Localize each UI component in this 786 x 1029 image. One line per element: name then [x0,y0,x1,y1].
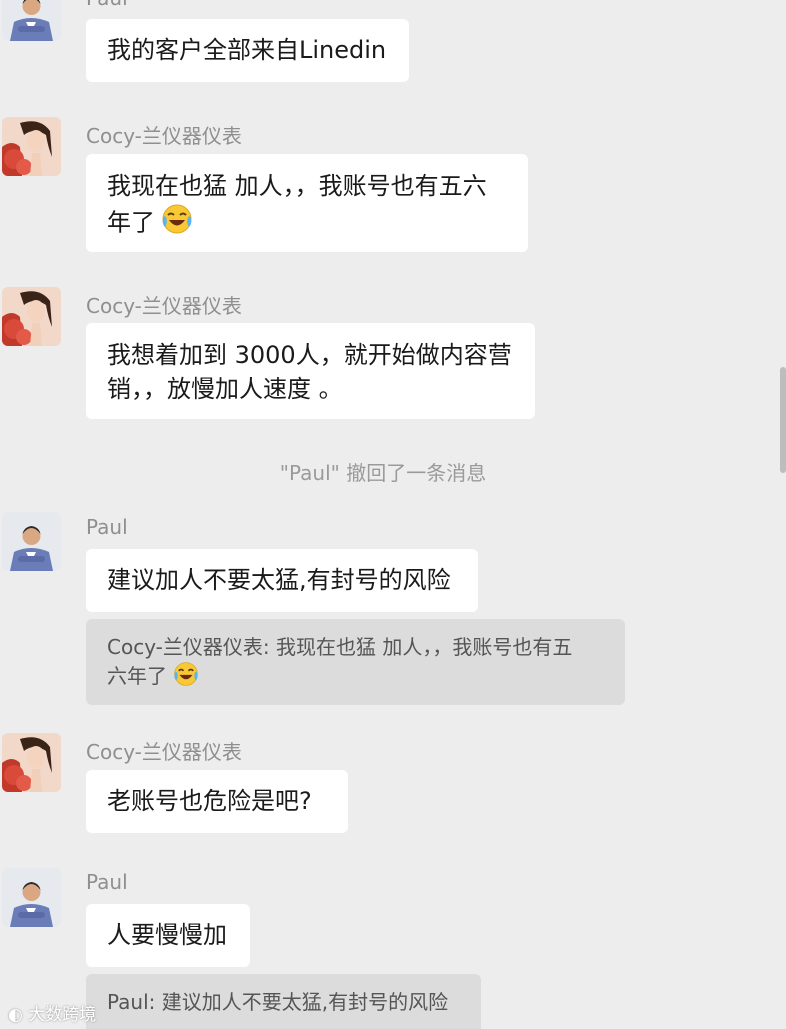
sender-name: Paul [86,0,128,10]
message-text: 人要慢慢加 [107,921,227,949]
message-text: 销，，放慢加人速度 。 [107,375,343,403]
message-text: 年了 [107,208,155,237]
sender-name: Paul [86,870,128,894]
message-text: 我想着加到 3000人，就开始做内容营 [107,341,512,369]
message-text: 建议加人不要太猛,有封号的风险 [107,566,451,594]
message-bubble[interactable]: 老账号也危险是吧? [86,770,348,833]
quote-text: Paul: 建议加人不要太猛,有封号的风险 [107,990,449,1014]
message-bubble[interactable]: 我的客户全部来自Linedin [86,19,409,82]
cocy-avatar[interactable] [2,287,61,346]
message-bubble[interactable]: 建议加人不要太猛,有封号的风险 [86,549,478,612]
laughing-crying-emoji-icon [173,661,199,694]
paul-avatar[interactable] [2,0,61,41]
quote-text: Cocy-兰仪器仪表: 我现在也猛 加人，，我账号也有五 [107,635,573,659]
man-portrait-icon [2,868,61,927]
message-bubble[interactable]: 人要慢慢加 [86,904,250,967]
message-bubble[interactable]: 我现在也猛 加人，，我账号也有五六 年了 [86,154,528,252]
sender-name: Cocy-兰仪器仪表 [86,124,242,148]
chat-window: Paul 我的客户全部来自Linedin Cocy-兰仪器仪表 我现在也猛 加人… [0,0,786,1029]
sender-name: Cocy-兰仪器仪表 [86,294,242,318]
paul-avatar[interactable] [2,868,61,927]
man-portrait-icon [2,0,61,41]
woman-portrait-icon [2,117,61,176]
message-text: 老账号也危险是吧? [107,787,312,815]
sender-name: Paul [86,515,128,539]
watermark: ◐ 大数跨境 [8,1000,96,1025]
paul-avatar[interactable] [2,512,61,571]
cocy-avatar[interactable] [2,117,61,176]
message-text: 我的客户全部来自Linedin [107,36,387,64]
scrollbar-thumb[interactable] [780,367,786,473]
man-portrait-icon [2,512,61,571]
quote-text: 六年了 [107,664,167,688]
sender-name: Cocy-兰仪器仪表 [86,740,242,764]
laughing-crying-emoji-icon [161,203,193,244]
quoted-message[interactable]: Cocy-兰仪器仪表: 我现在也猛 加人，，我账号也有五 六年了 [86,619,625,705]
watermark-logo-icon: ◐ [8,1005,23,1025]
cocy-avatar[interactable] [2,733,61,792]
message-bubble[interactable]: 我想着加到 3000人，就开始做内容营 销，，放慢加人速度 。 [86,323,535,419]
recall-notice: "Paul" 撤回了一条消息 [279,461,487,485]
watermark-text: 大数跨境 [28,1005,97,1025]
woman-portrait-icon [2,287,61,346]
quoted-message[interactable]: Paul: 建议加人不要太猛,有封号的风险 [86,974,481,1029]
message-text: 我现在也猛 加人，，我账号也有五六 [107,172,487,200]
woman-portrait-icon [2,733,61,792]
